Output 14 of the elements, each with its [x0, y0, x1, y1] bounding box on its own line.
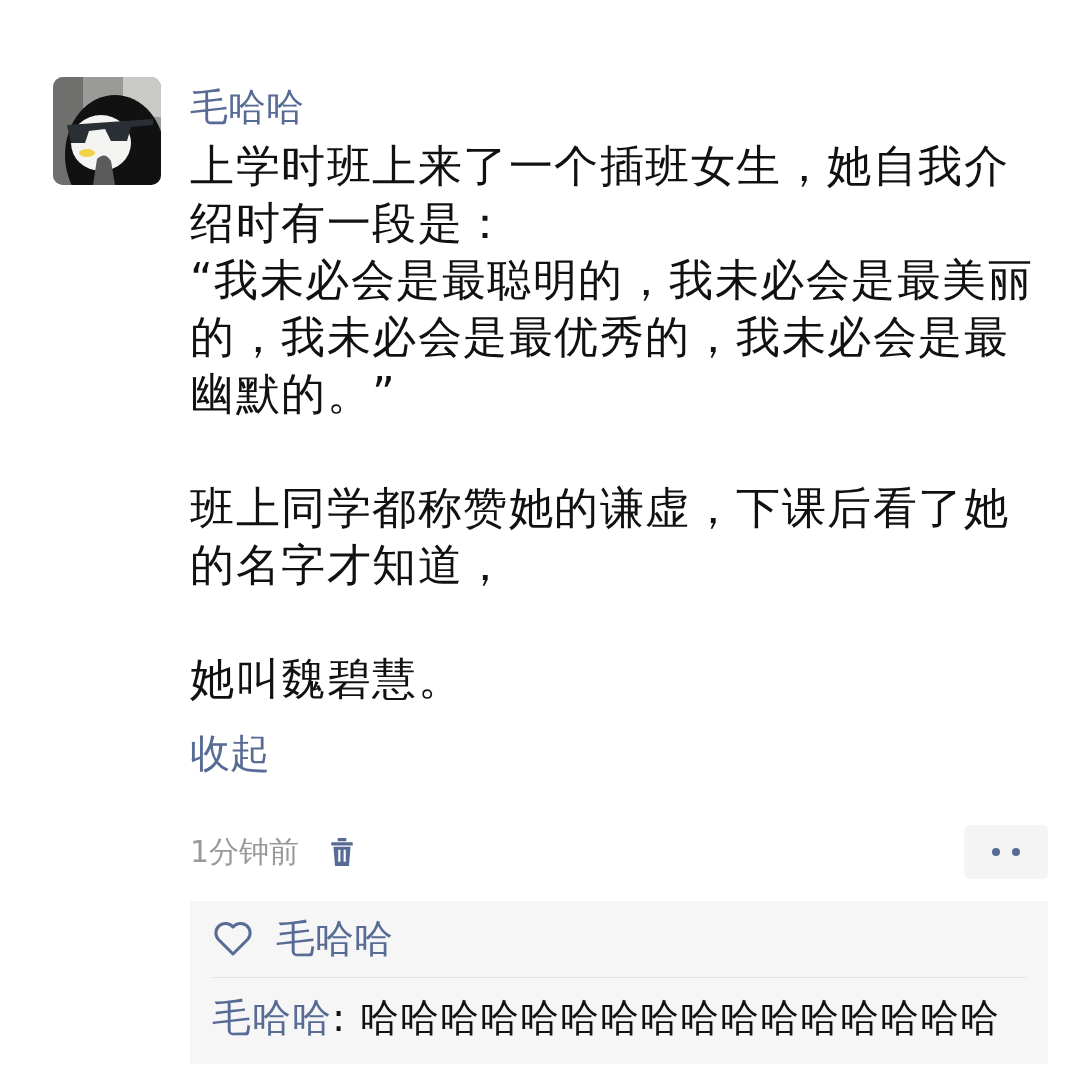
collapse-link[interactable]: 收起: [190, 723, 270, 783]
heart-icon: [212, 921, 254, 957]
post-paragraph: “我未必会是最聪明的，我未必会是最美丽的，我未必会是最优秀的，我未必会是最幽默的。”: [190, 253, 1035, 421]
post-time: 1分钟前: [190, 833, 300, 871]
dots-icon: [991, 847, 1021, 857]
comment-author[interactable]: 毛哈哈: [212, 995, 332, 1040]
trash-icon[interactable]: [329, 837, 356, 867]
comment-text: 毛哈哈: 哈哈哈哈哈哈哈哈哈哈哈哈哈哈哈哈: [212, 994, 1001, 1042]
post-paragraph: 上学时班上来了一个插班女生，她自我介绍时有一段是：: [190, 139, 1010, 250]
liker-name[interactable]: 毛哈哈: [276, 913, 393, 965]
more-button[interactable]: [964, 825, 1048, 879]
post-paragraph: 班上同学都称赞她的谦虚，下课后看了她的名字才知道，: [190, 481, 1010, 592]
post-paragraph: 她叫魏碧慧。: [190, 652, 464, 706]
author-name[interactable]: 毛哈哈: [190, 77, 304, 137]
